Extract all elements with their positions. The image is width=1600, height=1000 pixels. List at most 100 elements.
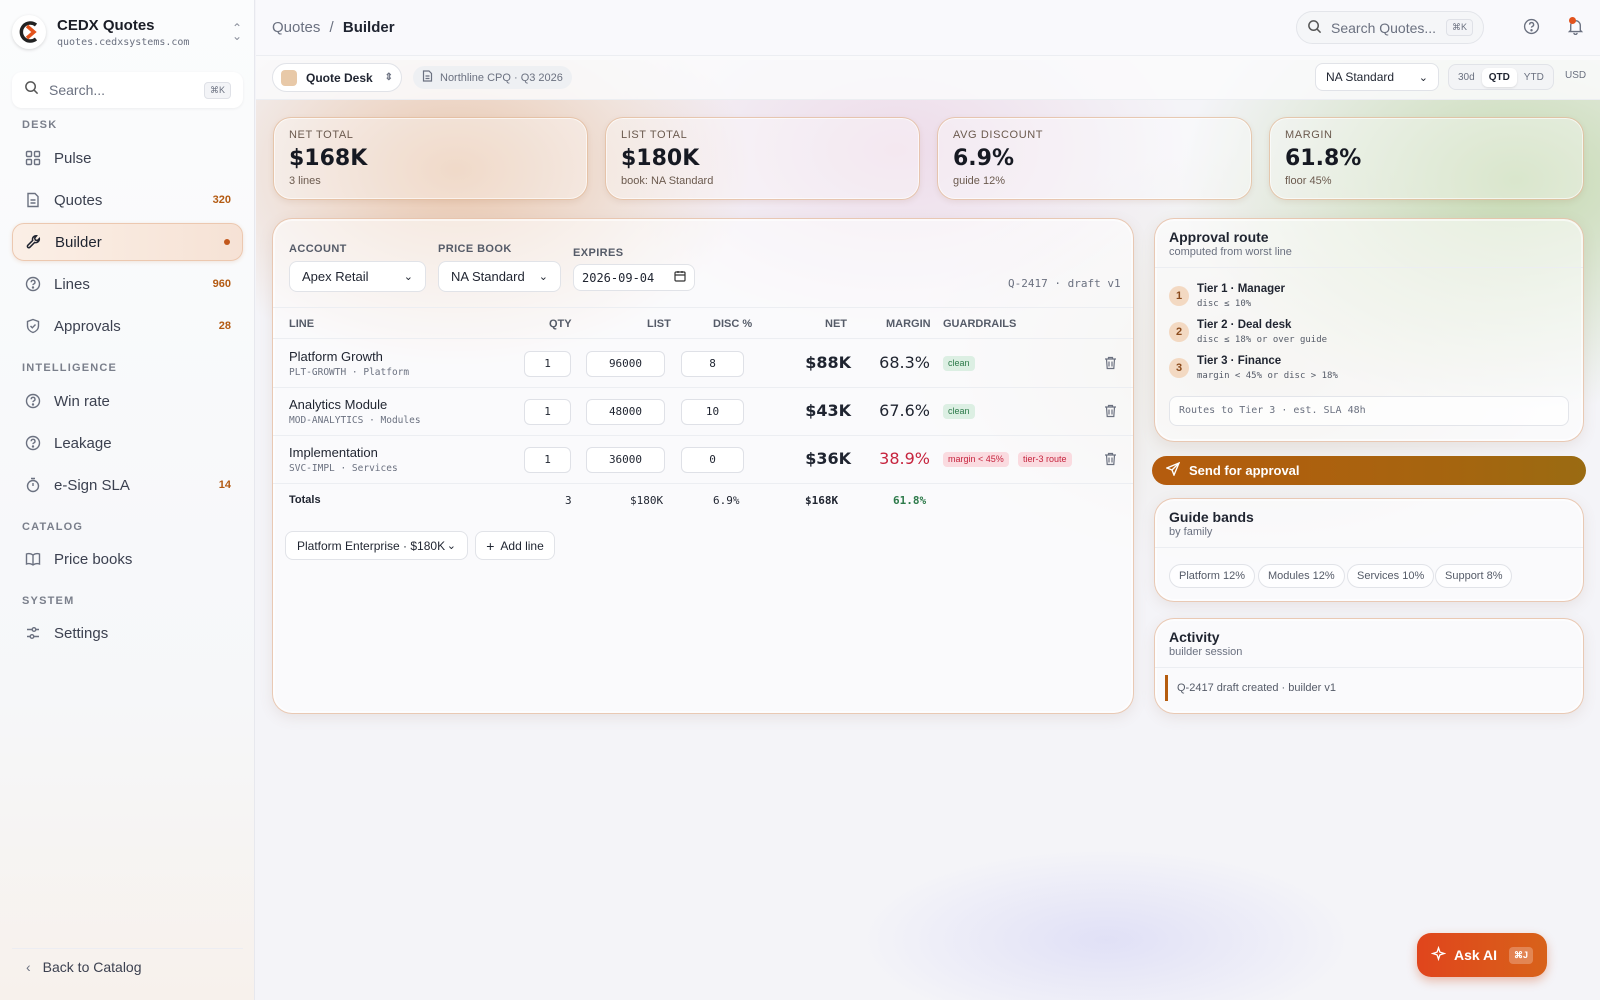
sidebar-item-label: Pulse xyxy=(54,149,92,167)
cedx-logo xyxy=(12,15,46,49)
kpi-label: NET TOTAL xyxy=(289,129,354,141)
card-subtitle: by family xyxy=(1169,526,1213,538)
app-name: CEDX Quotes xyxy=(57,16,155,34)
discount-input[interactable]: 8 xyxy=(681,351,744,377)
sidebar-item-price-books[interactable]: Price books xyxy=(12,540,243,578)
kpi-sub: guide 12% xyxy=(953,175,1005,187)
send-for-approval-button[interactable]: Send for approval xyxy=(1152,456,1586,485)
trash-icon[interactable] xyxy=(1104,356,1117,375)
sidebar-item-pulse[interactable]: Pulse xyxy=(12,139,243,177)
guardrail-badge: margin < 45% xyxy=(943,452,1009,467)
builder-price-book-select[interactable]: NA Standard ⌄ xyxy=(438,261,561,292)
price-book-select[interactable]: NA Standard ⌄ xyxy=(1315,63,1439,91)
trash-icon[interactable] xyxy=(1104,452,1117,471)
breadcrumb-quotes[interactable]: Quotes xyxy=(272,19,320,36)
account-label: ACCOUNT xyxy=(289,243,347,255)
kpi-card-net-total: NET TOTAL $168K 3 lines xyxy=(273,117,588,200)
sidebar-item-builder[interactable]: Builder xyxy=(12,223,243,261)
sidebar-item-label: Quotes xyxy=(54,191,103,209)
list-price-input[interactable]: 96000 xyxy=(586,351,665,377)
qty-input[interactable]: 1 xyxy=(524,399,571,425)
add-product-select[interactable]: Platform Enterprise · $180K ⌄ xyxy=(285,531,468,560)
account-select[interactable]: Apex Retail ⌄ xyxy=(289,261,426,292)
line-sku: SVC-IMPL · Services xyxy=(289,463,398,474)
sidebar-item-settings[interactable]: Settings xyxy=(12,614,243,652)
count-badge: 320 xyxy=(212,194,231,206)
kpi-value: 6.9% xyxy=(953,146,1015,171)
sidebar-item-quotes[interactable]: Quotes 320 xyxy=(12,181,243,219)
expires-date-input[interactable]: 2026-09-04 xyxy=(573,264,695,291)
guide-chip[interactable]: Support 8% xyxy=(1435,564,1513,588)
sidebar-item-approvals[interactable]: Approvals 28 xyxy=(12,307,243,345)
sidebar-item-leakage[interactable]: Leakage xyxy=(12,424,243,462)
qty-input[interactable]: 1 xyxy=(524,447,571,473)
file-label: Northline CPQ · Q3 2026 xyxy=(440,71,563,84)
totals-net: $168K xyxy=(805,494,839,507)
guide-chip[interactable]: Services 10% xyxy=(1347,564,1435,588)
kpi-sub: book: NA Standard xyxy=(621,175,714,187)
shield-check-icon xyxy=(24,317,42,335)
margin-value: 38.9% xyxy=(879,449,930,468)
card-title: Activity xyxy=(1169,629,1220,645)
sidebar-search-input[interactable]: Search... ⌘K xyxy=(12,72,243,108)
file-pill[interactable]: Northline CPQ · Q3 2026 xyxy=(413,66,572,89)
kpi-value: 61.8% xyxy=(1285,146,1362,171)
workspace-switcher[interactable]: CEDX Quotes quotes.cedxsystems.com ⌃ ⌄ xyxy=(12,12,244,52)
expires-value: 2026-09-04 xyxy=(582,270,655,285)
qty-input[interactable]: 1 xyxy=(524,351,571,377)
app-url: quotes.cedxsystems.com xyxy=(57,36,190,48)
main-area: Quotes / Builder Search Quotes... ⌘K Quo… xyxy=(256,0,1600,1000)
sidebar-item-esign-sla[interactable]: e-Sign SLA 14 xyxy=(12,466,243,504)
count-badge: 14 xyxy=(218,479,231,491)
price-book-value: NA Standard xyxy=(451,269,525,284)
chevron-down-icon: ⌄ xyxy=(446,540,456,552)
card-subtitle: builder session xyxy=(1169,646,1243,658)
trash-icon[interactable] xyxy=(1104,404,1117,423)
back-to-catalog-link[interactable]: ‹ Back to Catalog xyxy=(12,948,243,984)
ask-ai-button[interactable]: Ask AI ⌘J xyxy=(1417,933,1547,977)
col-list: LIST xyxy=(647,318,671,330)
global-search-input[interactable]: Search Quotes... ⌘K xyxy=(1296,11,1484,44)
table-header: LINE QTY LIST DISC % NET MARGIN GUARDRAI… xyxy=(273,307,1133,339)
sparkle-icon xyxy=(1430,945,1447,964)
calendar-icon[interactable] xyxy=(674,270,686,285)
add-line-button[interactable]: + Add line xyxy=(475,531,555,560)
line-name: Implementation xyxy=(289,445,378,460)
topbar: Quotes / Builder Search Quotes... ⌘K xyxy=(256,0,1600,56)
document-icon xyxy=(24,191,42,209)
guide-chip[interactable]: Modules 12% xyxy=(1258,564,1345,588)
desk-label: Quote Desk xyxy=(306,70,373,85)
discount-input[interactable]: 10 xyxy=(681,399,744,425)
shortcut-badge: ⌘K xyxy=(1445,19,1473,36)
tier-number: 2 xyxy=(1169,322,1189,342)
range-30d[interactable]: 30d xyxy=(1451,68,1482,87)
subbar: Quote Desk ⇕ Northline CPQ · Q3 2026 NA … xyxy=(256,56,1600,100)
currency-label: USD xyxy=(1565,70,1587,81)
kpi-value: $168K xyxy=(289,146,368,171)
line-sku: PLT-GROWTH · Platform xyxy=(289,367,410,378)
expires-label: EXPIRES xyxy=(573,247,624,259)
file-icon xyxy=(422,70,433,85)
search-placeholder: Search Quotes... xyxy=(1331,19,1437,36)
col-net: NET xyxy=(825,318,847,330)
list-price-input[interactable]: 48000 xyxy=(586,399,665,425)
list-price-input[interactable]: 36000 xyxy=(586,447,665,473)
tier-rule: disc ≤ 18% or over guide xyxy=(1197,335,1328,345)
range-ytd[interactable]: YTD xyxy=(1517,68,1551,87)
price-book-value: NA Standard xyxy=(1326,70,1395,84)
sidebar-item-lines[interactable]: Lines 960 xyxy=(12,265,243,303)
range-qtd[interactable]: QTD xyxy=(1481,67,1517,87)
kpi-card-list-total: LIST TOTAL $180K book: NA Standard xyxy=(605,117,920,200)
col-guardrails: GUARDRAILS xyxy=(943,318,1017,330)
desk-switcher[interactable]: Quote Desk ⇕ xyxy=(272,63,402,92)
guide-chip[interactable]: Platform 12% xyxy=(1169,564,1256,588)
discount-input[interactable]: 0 xyxy=(681,447,744,473)
kpi-card-avg-discount: AVG DISCOUNT 6.9% guide 12% xyxy=(937,117,1252,200)
tier-number: 3 xyxy=(1169,358,1189,378)
sidebar-item-win-rate[interactable]: Win rate xyxy=(12,382,243,420)
chevron-up-down-icon: ⇕ xyxy=(384,72,393,83)
book-icon xyxy=(24,550,42,568)
totals-margin: 61.8% xyxy=(893,494,927,507)
help-icon[interactable] xyxy=(1523,18,1540,40)
help-circle-icon xyxy=(24,434,42,452)
